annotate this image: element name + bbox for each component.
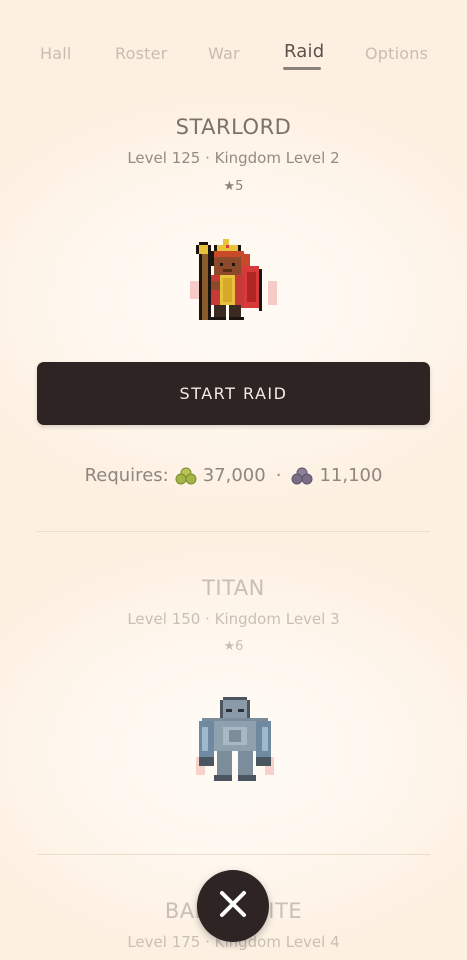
green-resource-cost: 37,000: [202, 465, 266, 486]
cost-separator: ·: [275, 465, 282, 486]
purple-resource-cost: 11,100: [319, 465, 383, 486]
start-raid-button[interactable]: START RAID: [37, 362, 430, 425]
raid-subtitle: Level 125 · Kingdom Level 2: [127, 149, 340, 167]
tab-war[interactable]: War: [208, 44, 240, 63]
raid-requirements: Requires: 37,000 · 11,100: [0, 465, 467, 486]
close-button[interactable]: [197, 870, 269, 942]
close-icon: [217, 888, 249, 924]
tab-raid[interactable]: Raid: [284, 41, 324, 62]
starlord-sprite: [190, 238, 280, 324]
raid-stars: ★5: [223, 179, 244, 194]
requires-label: Requires:: [84, 465, 169, 486]
raid-subtitle: Level 150 · Kingdom Level 3: [127, 610, 340, 628]
tab-roster[interactable]: Roster: [115, 44, 167, 63]
card-divider: [37, 531, 430, 532]
titan-sprite: [193, 697, 277, 781]
tab-hall[interactable]: Hall: [40, 44, 72, 63]
tab-bar: Hall Roster War Raid Options: [0, 0, 467, 90]
green-resource-icon: [175, 467, 197, 485]
raid-title: STARLORD: [175, 115, 292, 139]
purple-resource-icon: [291, 467, 313, 485]
tab-options[interactable]: Options: [365, 44, 428, 63]
card-divider: [37, 854, 430, 855]
raid-stars: ★6: [223, 639, 244, 654]
active-tab-indicator: [283, 67, 321, 70]
raid-title: TITAN: [202, 576, 265, 600]
